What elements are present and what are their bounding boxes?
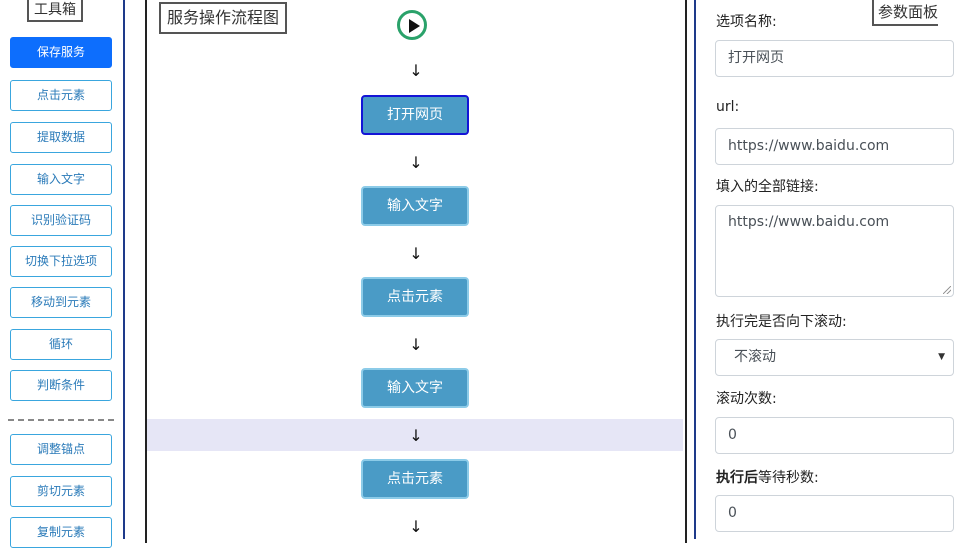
flow-title: 服务操作流程图 [159,2,288,34]
flow-node-input-text[interactable]: 输入文字 [361,186,469,226]
wait-seconds-input[interactable]: 0 [715,495,954,532]
arrow-down-icon: ↓ [409,335,423,354]
scroll-count-input[interactable]: 0 [715,417,954,454]
arrow-down-icon: ↓ [409,244,423,263]
tool-click-element-button[interactable]: 点击元素 [10,80,112,111]
tool-move-to-element-button[interactable]: 移动到元素 [10,287,112,318]
flow-node-click-element[interactable]: 点击元素 [361,277,469,317]
option-name-input[interactable]: 打开网页 [715,40,954,77]
wait-seconds-label: 执行后等待秒数: [716,467,819,487]
arrow-down-icon: ↓ [409,153,423,172]
wait-seconds-label-rest: 等待秒数: [758,470,819,486]
tool-loop-button[interactable]: 循环 [10,329,112,360]
all-links-label: 填入的全部链接: [716,179,819,195]
arrow-down-icon: ↓ [409,61,423,80]
tool-adjust-anchor-button[interactable]: 调整锚点 [10,434,112,465]
all-links-text: https://www.baidu.com [728,214,890,230]
option-name-label: 选项名称: [716,14,777,30]
tool-switch-dropdown-button[interactable]: 切换下拉选项 [10,246,112,277]
tool-extract-data-button[interactable]: 提取数据 [10,122,112,153]
tool-copy-element-button[interactable]: 复制元素 [10,517,112,548]
tool-cut-element-button[interactable]: 剪切元素 [10,476,112,507]
parameter-panel-title: 参数面板 [872,0,939,26]
caret-down-icon: ▼ [938,352,945,362]
flow-node-click-element[interactable]: 点击元素 [361,459,469,499]
scroll-after-label: 执行完是否向下滚动: [716,314,847,330]
url-input[interactable]: https://www.baidu.com [715,128,954,165]
flow-node-input-text[interactable]: 输入文字 [361,368,469,408]
scroll-count-label: 滚动次数: [716,391,777,407]
toolbox-title: 工具箱 [27,0,83,22]
url-label: url: [716,99,740,115]
play-icon[interactable] [397,10,427,40]
flow-node-open-page[interactable]: 打开网页 [361,95,469,135]
toolbox-divider [8,419,114,421]
tool-condition-button[interactable]: 判断条件 [10,370,112,401]
wait-seconds-label-bold: 执行后 [716,470,758,486]
arrow-down-icon: ↓ [409,517,423,536]
arrow-down-icon: ↓ [409,426,423,445]
tool-captcha-button[interactable]: 识别验证码 [10,205,112,236]
all-links-textarea[interactable]: https://www.baidu.com [715,205,954,297]
scroll-after-select[interactable]: 不滚动 ▼ [715,339,954,376]
scroll-after-value: 不滚动 [734,349,776,365]
resize-grip-icon[interactable] [943,286,951,294]
save-service-button[interactable]: 保存服务 [10,37,112,68]
tool-input-text-button[interactable]: 输入文字 [10,164,112,195]
